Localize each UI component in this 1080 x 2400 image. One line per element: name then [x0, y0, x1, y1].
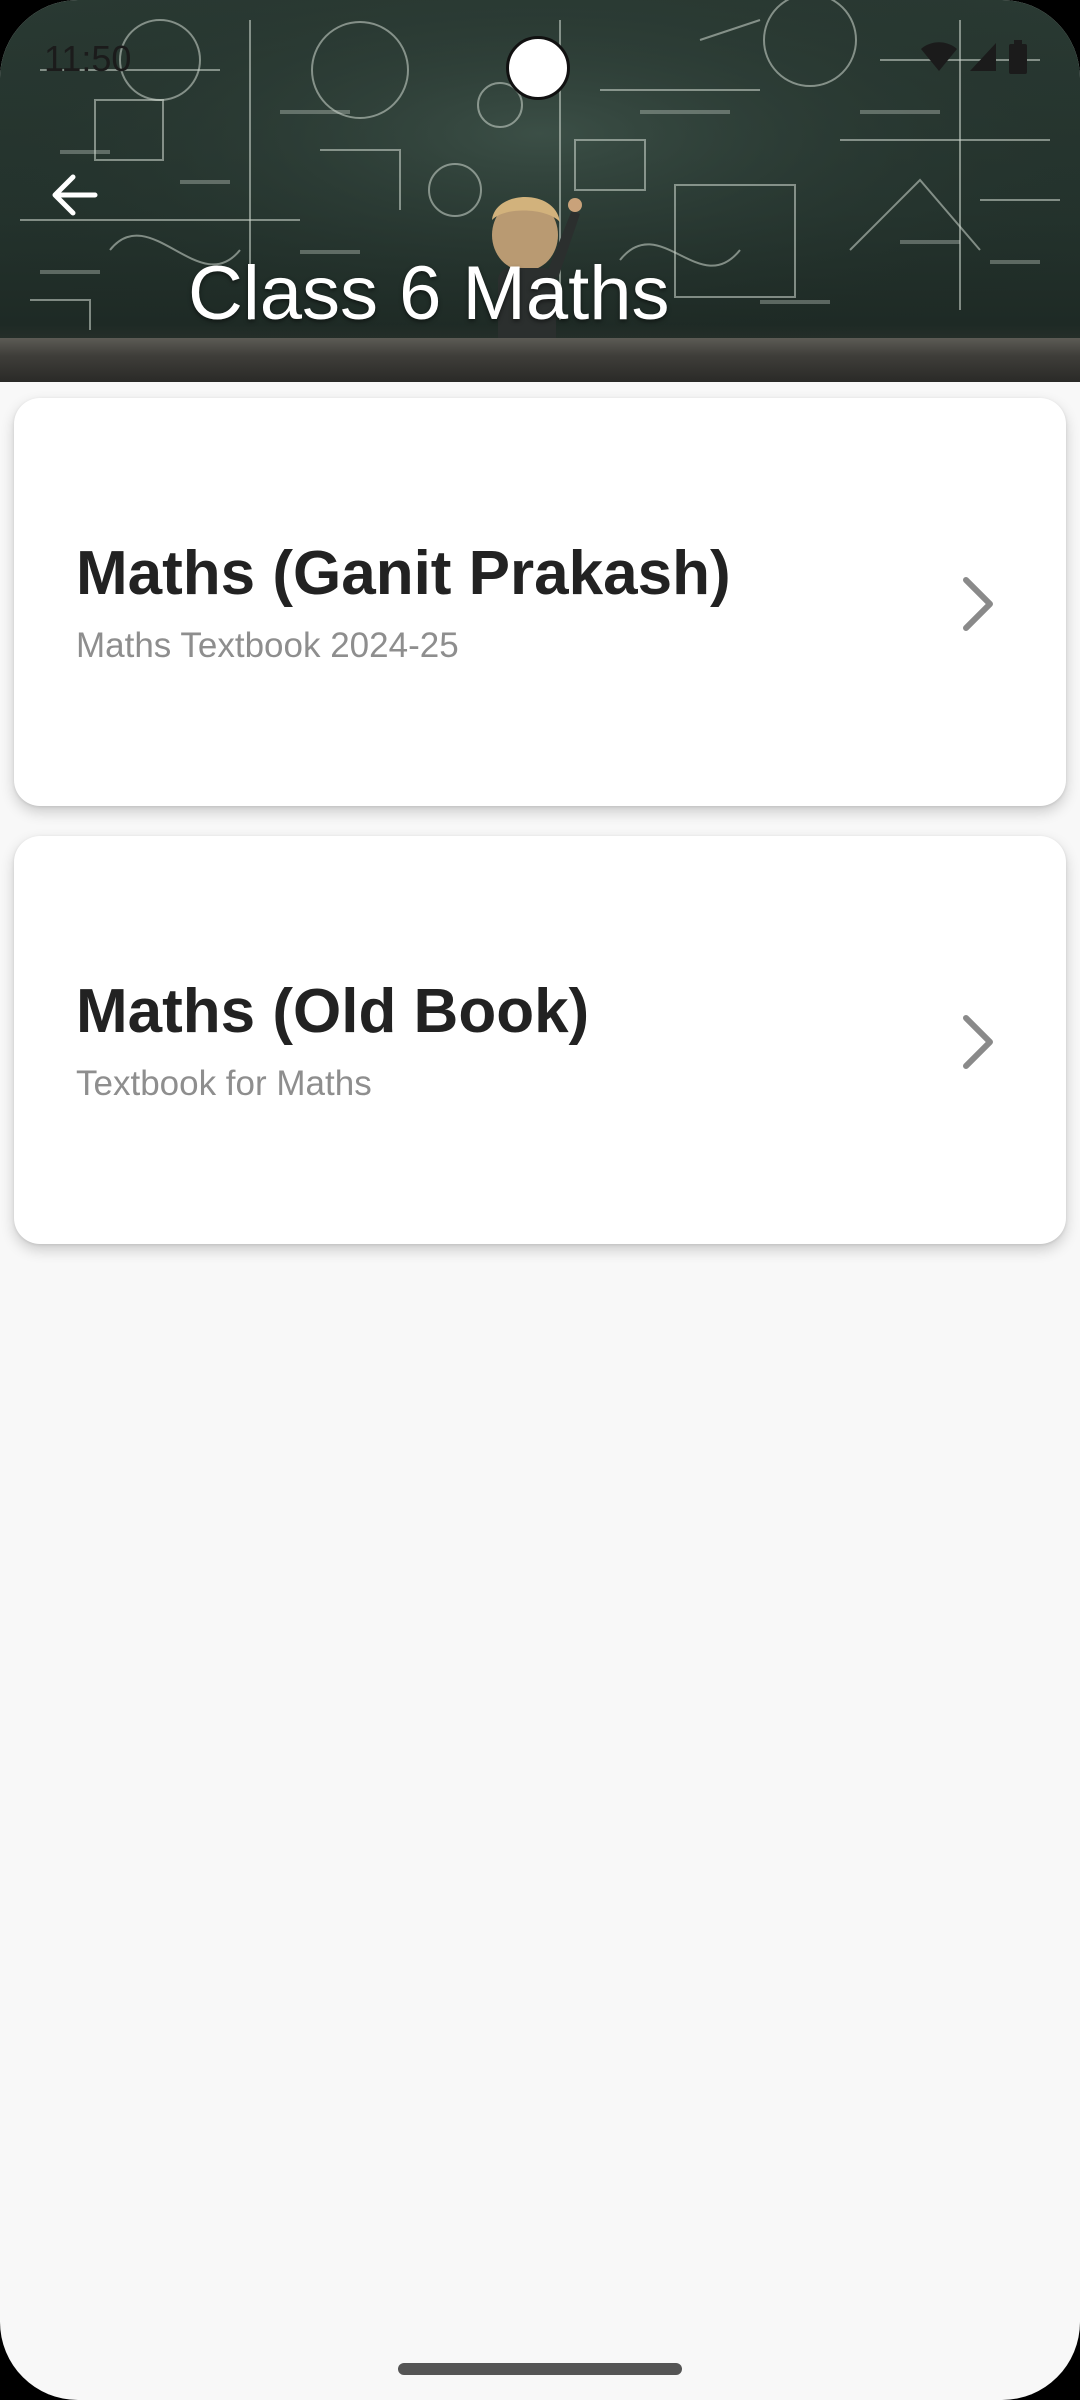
status-time: 11:50 [44, 38, 132, 79]
book-card-ganit-prakash[interactable]: Maths (Ganit Prakash) Maths Textbook 202… [14, 398, 1066, 806]
header-banner: 11:50 Class 6 Maths [0, 0, 1080, 382]
back-button[interactable] [40, 160, 110, 230]
home-indicator[interactable] [398, 2363, 682, 2375]
chevron-right-icon [963, 577, 993, 631]
screen: 11:50 Class 6 Maths Maths (Ganit Prakash… [0, 0, 1080, 2400]
wifi-icon [921, 42, 957, 71]
status-icons [920, 40, 1028, 74]
chalkboard-ledge [0, 338, 1080, 382]
page-title: Class 6 Maths [188, 251, 670, 336]
book-subtitle: Maths Textbook 2024-25 [76, 626, 459, 665]
book-subtitle: Textbook for Maths [76, 1064, 372, 1103]
signal-icon [970, 43, 996, 71]
arrow-left-icon [52, 174, 98, 216]
battery-icon [1009, 40, 1027, 74]
book-title: Maths (Old Book) [76, 977, 590, 1046]
book-card-old-book[interactable]: Maths (Old Book) Textbook for Maths [14, 836, 1066, 1244]
book-title: Maths (Ganit Prakash) [76, 539, 731, 608]
front-camera [506, 36, 570, 100]
chevron-right-icon [963, 1015, 993, 1069]
